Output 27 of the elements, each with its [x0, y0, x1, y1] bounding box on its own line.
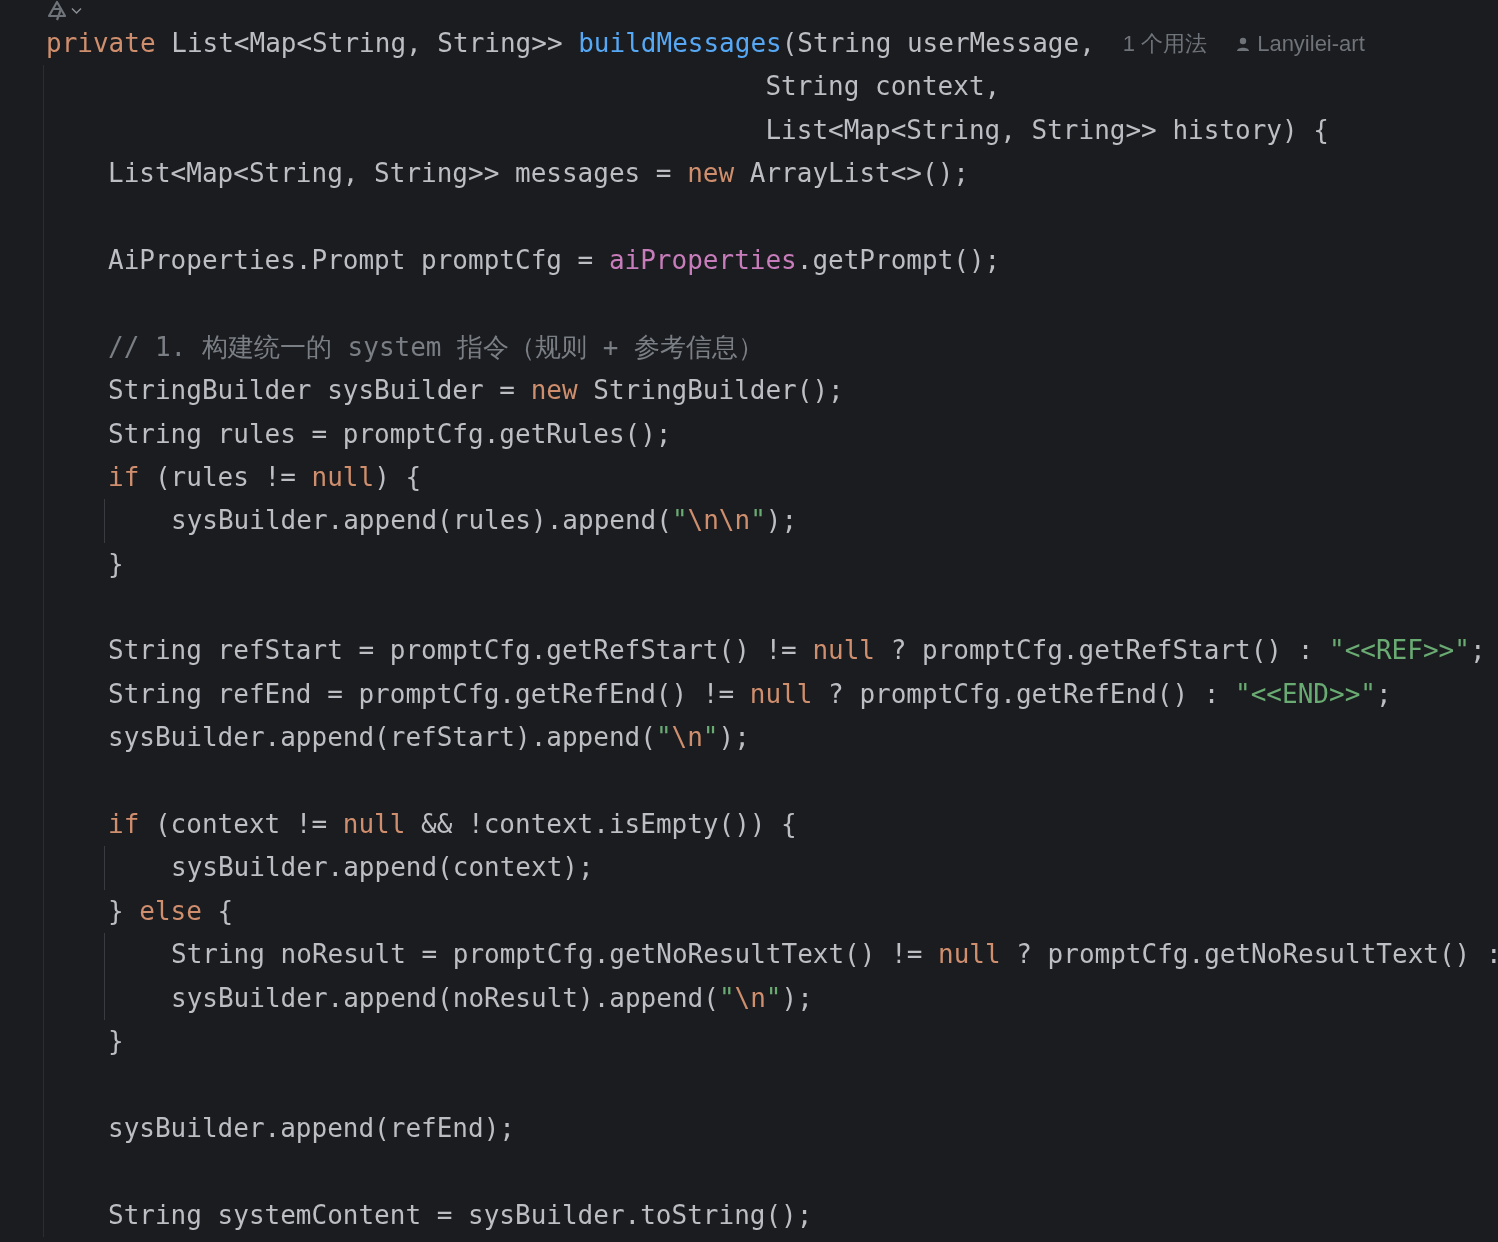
- person-icon: [1235, 35, 1252, 52]
- code-line: } else {: [108, 894, 234, 928]
- code-line: if (context != null && !context.isEmpty()) {: [108, 808, 797, 842]
- code-line: List<Map<String, String>> history) {: [765, 113, 1329, 147]
- code-line: String context,: [765, 70, 1001, 104]
- author-hint[interactable]: Lanyilei-art: [1235, 30, 1365, 57]
- code-line: sysBuilder.append(rules).append("\n\n");: [171, 504, 798, 538]
- code-line: // 1. 构建统一的 system 指令（规则 + 参考信息）: [108, 330, 765, 364]
- code-line: if (rules != null) {: [108, 460, 422, 494]
- code-line: String refEnd = promptCfg.getRefEnd() != null ? promptCfg.getRefEnd() : "<<END>>";: [108, 677, 1392, 711]
- code-line: StringBuilder sysBuilder = new StringBuilder();: [108, 374, 844, 408]
- code-line: }: [108, 547, 124, 581]
- code-line: String rules = promptCfg.getRules();: [108, 417, 672, 451]
- code-line: AiProperties.Prompt promptCfg = aiProperties.getPrompt();: [108, 243, 1001, 277]
- code-line: String refStart = promptCfg.getRefStart() != null ? promptCfg.getRefStart() : "<<REF>>";: [108, 634, 1486, 668]
- code-line: private List<Map<String, String>> buildMessages(String userMessage,: [46, 27, 1095, 60]
- usages-hint[interactable]: 1 个用法: [1122, 28, 1208, 59]
- code-line: String systemContent = sysBuilder.toString();: [108, 1198, 813, 1232]
- code-line: String noResult = promptCfg.getNoResultText() != null ? promptCfg.getNoResultText() :: [171, 938, 1498, 972]
- code-line: sysBuilder.append(context);: [171, 851, 594, 885]
- chevron-down-icon[interactable]: [71, 7, 82, 15]
- code-line: sysBuilder.append(refEnd);: [108, 1111, 515, 1145]
- knot-icon[interactable]: [46, 0, 68, 22]
- code-line: List<Map<String, String>> messages = new ArrayList<>();: [108, 157, 969, 191]
- code-line: sysBuilder.append(refStart).append("\n");: [108, 721, 750, 755]
- code-line: }: [108, 1025, 124, 1058]
- code-line: sysBuilder.append(noResult).append("\n");: [171, 981, 813, 1015]
